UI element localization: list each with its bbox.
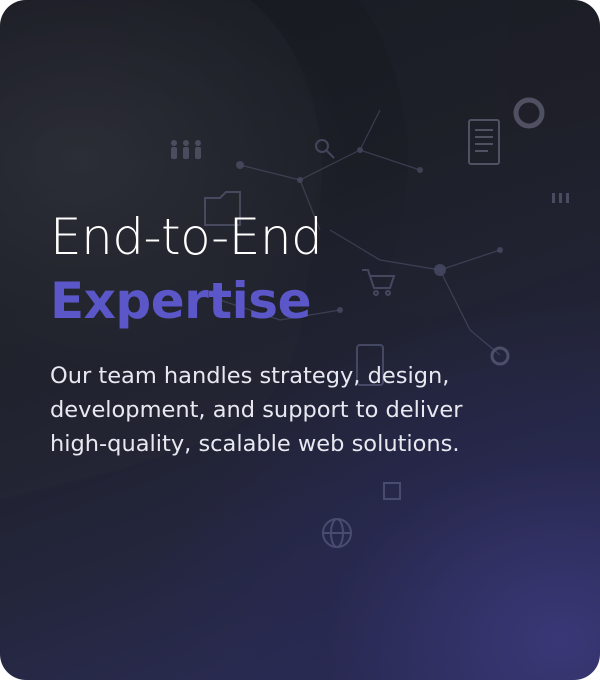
people-icon — [171, 140, 201, 159]
card-description: Our team handles strategy, design, devel… — [50, 363, 463, 457]
card-content: End-to-End Expertise Our team handles st… — [50, 205, 490, 484]
title-line-accent: Expertise — [50, 272, 311, 330]
person-group-icon — [552, 193, 569, 203]
title-line-primary: End-to-End — [50, 208, 323, 266]
expertise-card: End-to-End Expertise Our team handles st… — [0, 0, 600, 680]
card-title: End-to-End Expertise — [50, 205, 490, 333]
globe-icon — [322, 518, 352, 548]
